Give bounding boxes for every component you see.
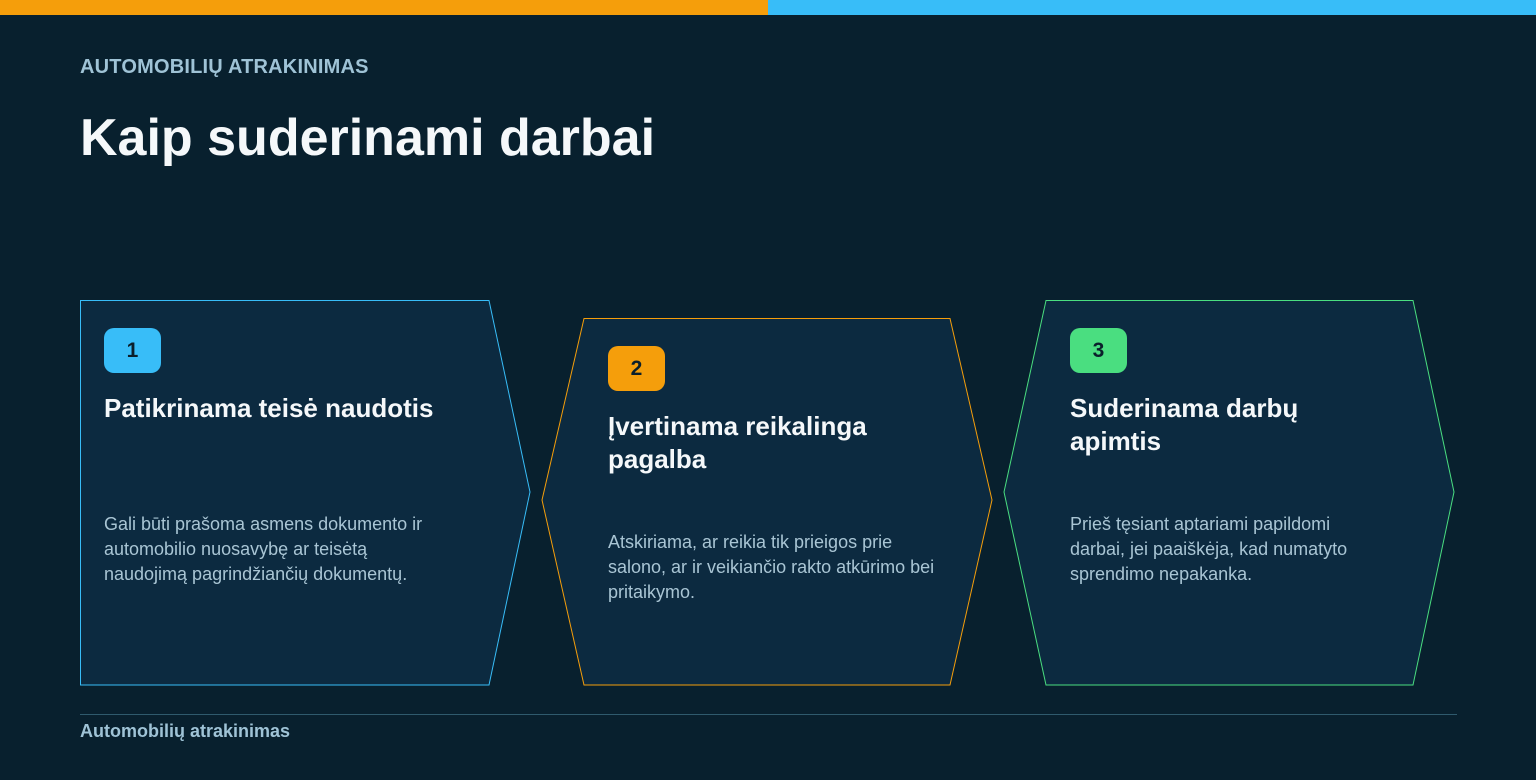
step-number-badge-2: 2 bbox=[608, 346, 665, 391]
step-description-3: Prieš tęsiant aptariami papildomi darbai… bbox=[1070, 514, 1348, 584]
step-title-1: Patikrinama teisė naudotis bbox=[104, 393, 434, 423]
step-card-1: 1 Patikrinama teisė naudotis Gali būti p… bbox=[80, 300, 532, 687]
step-card-2: 2 Įvertinama reikalinga pagalba Atskiria… bbox=[541, 318, 995, 687]
accent-bar-orange bbox=[0, 0, 768, 15]
accent-bar-blue bbox=[768, 0, 1536, 15]
step-description-2: Atskiriama, ar reikia tik prieigos prie … bbox=[608, 532, 935, 602]
step-title-2: Įvertinama reikalinga pagalba bbox=[608, 411, 867, 474]
page-title: Kaip suderinami darbai bbox=[80, 109, 656, 167]
step-number-badge-3: 3 bbox=[1070, 328, 1127, 373]
step-description-1: Gali būti prašoma asmens dokumento ir au… bbox=[104, 514, 423, 584]
step-card-3: 3 Suderinama darbų apimtis Prieš tęsiant… bbox=[1003, 300, 1457, 687]
footer-label: Automobilių atrakinimas bbox=[80, 721, 291, 741]
eyebrow-label: AUTOMOBILIŲ ATRAKINIMAS bbox=[80, 56, 369, 78]
step-title-3: Suderinama darbų apimtis bbox=[1070, 393, 1299, 456]
footer-divider bbox=[80, 714, 1457, 715]
step-number-badge-1: 1 bbox=[104, 328, 161, 373]
